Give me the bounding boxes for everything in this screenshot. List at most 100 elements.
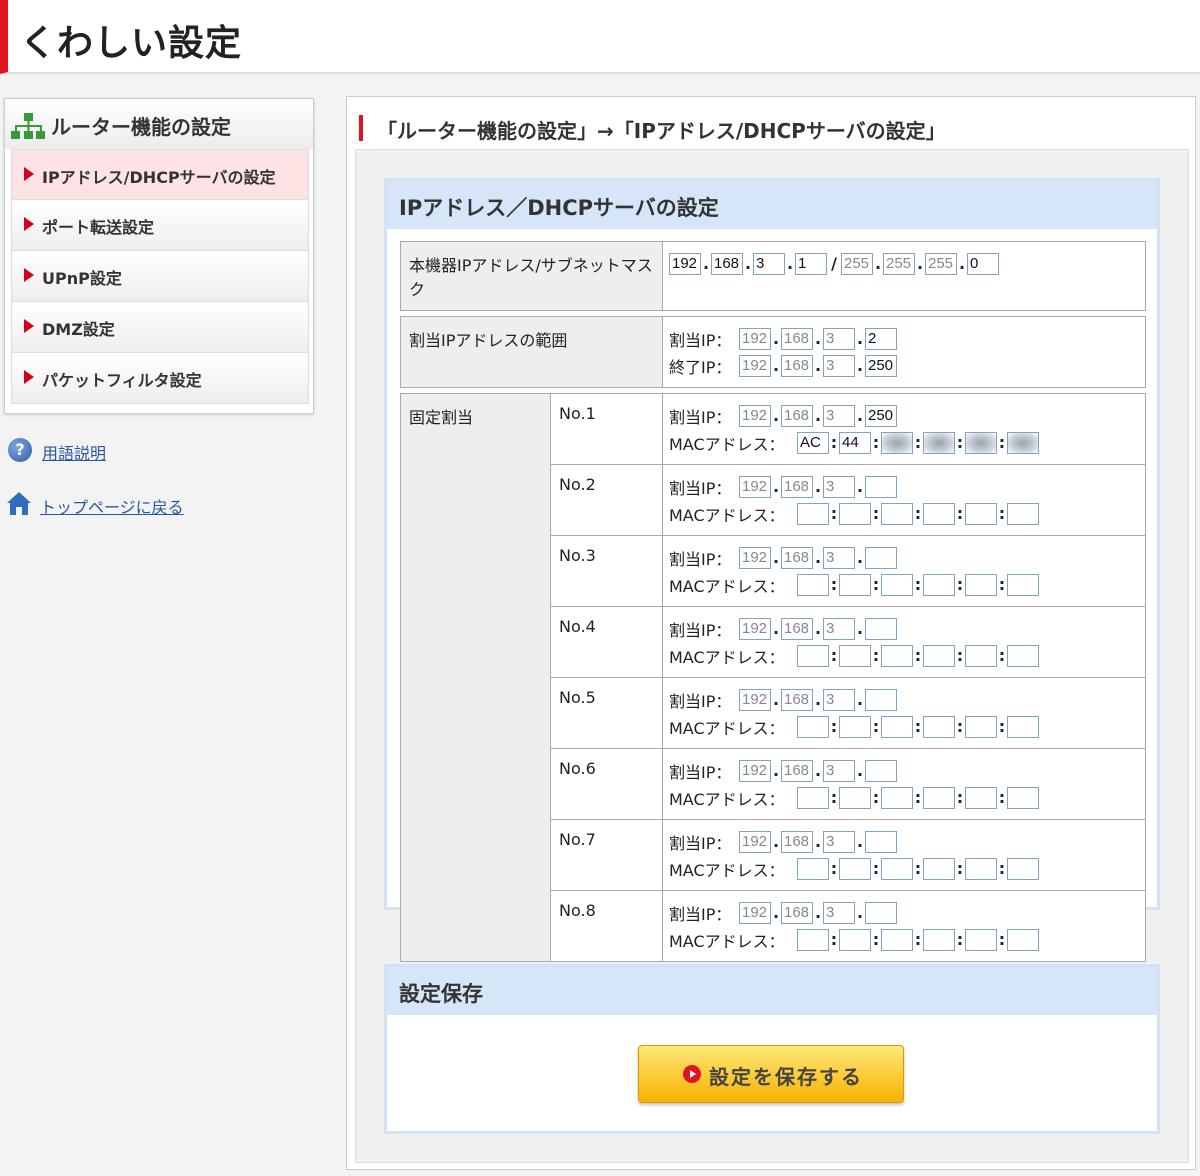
octet-input[interactable]: 3 [823,688,855,711]
octet-input[interactable]: 168 [781,688,813,711]
sidebar-item-ip-dhcp[interactable]: IPアドレス/DHCPサーバの設定 [11,149,309,200]
mac-octet-input[interactable] [797,502,829,525]
octet-input[interactable]: 168 [781,901,813,924]
mac-octet-input[interactable] [965,573,997,596]
mac-octet-input[interactable]: AC [797,431,829,454]
octet-input[interactable]: 3 [823,830,855,853]
octet-input[interactable]: 192 [739,901,771,924]
mac-octet-input[interactable] [1007,857,1039,880]
mac-octet-input[interactable] [923,786,955,809]
octet-input[interactable]: 3 [823,354,855,377]
mac-octet-input[interactable] [965,644,997,667]
octet-input[interactable] [865,901,897,924]
octet-input[interactable]: 192 [739,759,771,782]
octet-input[interactable]: 192 [739,830,771,853]
octet-input[interactable]: 3 [823,327,855,350]
mac-octet-input[interactable] [1007,928,1039,951]
mac-octet-input[interactable] [839,928,871,951]
octet-input[interactable]: 192 [739,354,771,377]
mac-octet-input[interactable] [881,928,913,951]
mac-octet-input[interactable] [797,644,829,667]
sidebar-item-packet-filter[interactable]: パケットフィルタ設定 [11,353,309,404]
octet-input[interactable]: 192 [739,688,771,711]
mac-octet-input[interactable] [1007,431,1039,454]
mac-octet-input[interactable] [965,715,997,738]
mac-octet-input[interactable] [881,715,913,738]
sidebar-item-upnp[interactable]: UPnP設定 [11,251,309,302]
mac-octet-input[interactable] [965,857,997,880]
mac-octet-input[interactable] [839,644,871,667]
octet-input[interactable]: 250 [865,404,897,427]
mac-octet-input[interactable] [923,928,955,951]
mac-octet-input[interactable] [1007,573,1039,596]
mac-octet-input[interactable] [1007,786,1039,809]
mac-octet-input[interactable] [839,573,871,596]
octet-input[interactable]: 168 [781,759,813,782]
octet-input[interactable]: 168 [781,404,813,427]
octet-input[interactable]: 168 [781,617,813,640]
octet-input[interactable]: 192 [739,327,771,350]
mac-octet-input[interactable] [881,502,913,525]
mac-octet-input[interactable] [923,644,955,667]
mac-octet-input[interactable] [965,431,997,454]
octet-input[interactable] [865,546,897,569]
octet-input[interactable]: 3 [823,546,855,569]
octet-input[interactable]: 192 [669,252,701,275]
octet-input[interactable]: 3 [823,617,855,640]
octet-input[interactable]: 255 [883,252,915,275]
mac-octet-input[interactable] [797,715,829,738]
mac-octet-input[interactable] [797,928,829,951]
octet-input[interactable] [865,759,897,782]
octet-input[interactable] [865,617,897,640]
octet-input[interactable]: 3 [823,475,855,498]
mac-octet-input[interactable] [839,502,871,525]
octet-input[interactable]: 192 [739,546,771,569]
octet-input[interactable]: 3 [753,252,785,275]
mac-octet-input[interactable] [839,715,871,738]
octet-input[interactable]: 168 [781,546,813,569]
octet-input[interactable]: 192 [739,475,771,498]
mac-octet-input[interactable] [881,431,913,454]
octet-input[interactable]: 1 [795,252,827,275]
mac-octet-input[interactable] [1007,644,1039,667]
octet-input[interactable]: 3 [823,759,855,782]
mac-octet-input[interactable] [923,715,955,738]
mac-octet-input[interactable] [923,857,955,880]
mac-octet-input[interactable] [839,786,871,809]
mac-octet-input[interactable] [797,786,829,809]
octet-input[interactable]: 168 [781,830,813,853]
mac-octet-input[interactable] [881,573,913,596]
octet-input[interactable]: 0 [967,252,999,275]
mac-octet-input[interactable] [923,431,955,454]
save-settings-button[interactable]: 設定を保存する [638,1045,904,1103]
octet-input[interactable]: 168 [781,327,813,350]
octet-input[interactable]: 168 [781,475,813,498]
glossary-link-label[interactable]: 用語説明 [42,440,106,464]
mac-octet-input[interactable] [965,786,997,809]
mac-octet-input[interactable] [1007,715,1039,738]
mac-octet-input[interactable]: 44 [839,431,871,454]
octet-input[interactable]: 192 [739,617,771,640]
sidebar-item-dmz[interactable]: DMZ設定 [11,302,309,353]
mac-octet-input[interactable] [797,573,829,596]
octet-input[interactable]: 192 [739,404,771,427]
octet-input[interactable]: 2 [865,327,897,350]
mac-octet-input[interactable] [1007,502,1039,525]
mac-octet-input[interactable] [965,928,997,951]
mac-octet-input[interactable] [923,502,955,525]
mac-octet-input[interactable] [881,786,913,809]
sidebar-item-port-forwarding[interactable]: ポート転送設定 [11,200,309,251]
home-link-label[interactable]: トップページに戻る [40,494,184,518]
octet-input[interactable]: 168 [781,354,813,377]
mac-octet-input[interactable] [797,857,829,880]
octet-input[interactable] [865,475,897,498]
mac-octet-input[interactable] [881,644,913,667]
octet-input[interactable] [865,830,897,853]
octet-input[interactable]: 255 [841,252,873,275]
octet-input[interactable]: 250 [865,354,897,377]
octet-input[interactable] [865,688,897,711]
octet-input[interactable]: 168 [711,252,743,275]
octet-input[interactable]: 255 [925,252,957,275]
mac-octet-input[interactable] [839,857,871,880]
octet-input[interactable]: 3 [823,901,855,924]
